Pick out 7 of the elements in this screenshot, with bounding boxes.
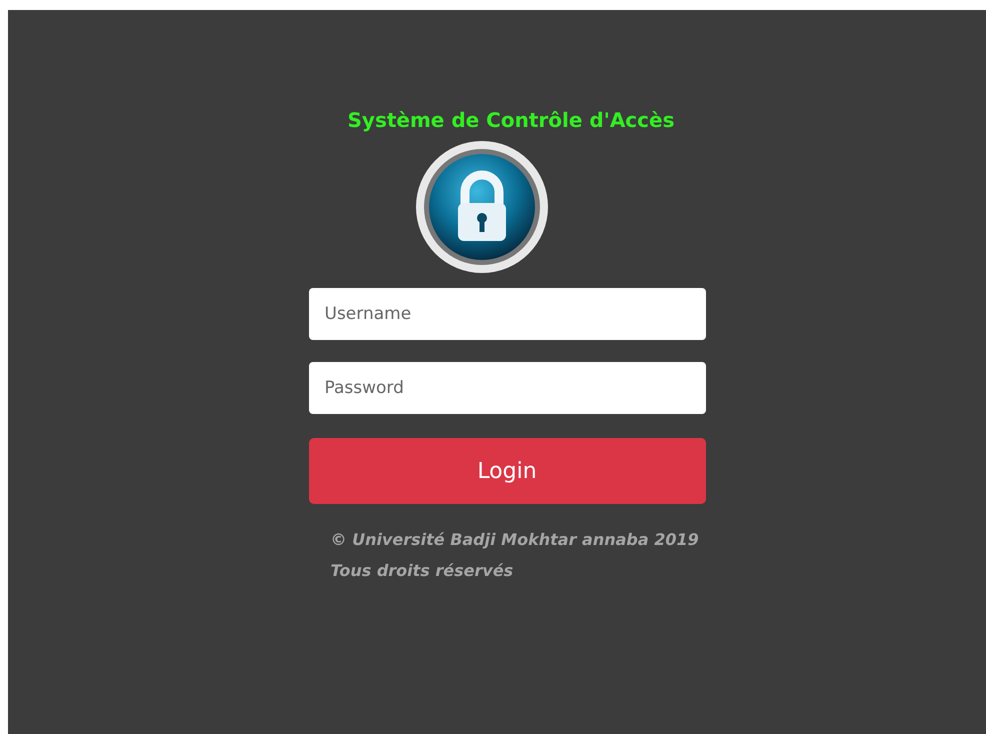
footer-text: Tous droits réservés [330,561,514,580]
padlock-icon [415,140,549,274]
footer-text: © Université Badji Mokhtar annaba 2019 [330,530,699,549]
username-field[interactable]: Username [308,288,706,340]
password-field[interactable]: Password [308,362,706,414]
login-button[interactable]: Login [308,438,706,504]
app-title: Système de Contrôle d'Accès [348,108,674,132]
